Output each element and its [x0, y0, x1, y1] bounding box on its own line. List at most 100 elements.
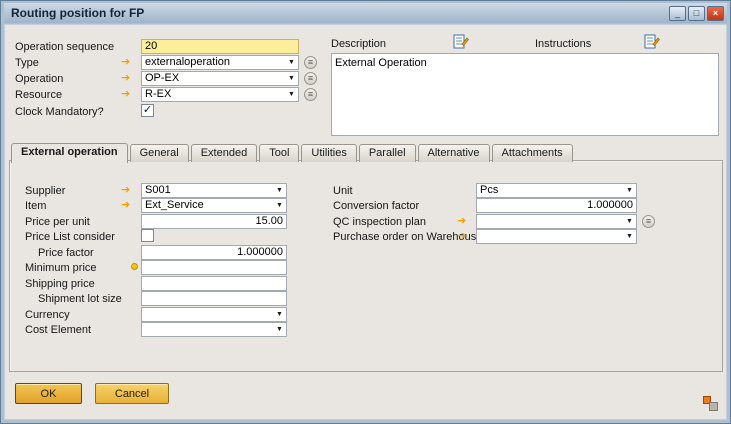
clock-mandatory-checkbox[interactable]: ✓: [141, 104, 154, 117]
purchase-order-warehouse-value: [477, 230, 636, 243]
qc-inspection-plan-value: [477, 215, 636, 228]
price-per-unit-value: 15.00: [142, 215, 286, 228]
cancel-button[interactable]: Cancel: [95, 383, 169, 404]
dropdown-arrow-icon[interactable]: ▼: [274, 184, 285, 197]
operation-sequence-label: Operation sequence: [15, 41, 114, 54]
tab-strip: External operation General Extended Tool…: [11, 142, 575, 162]
link-arrow-icon[interactable]: ➔: [121, 56, 135, 69]
conversion-factor-value: 1.000000: [477, 199, 636, 212]
shipment-lot-size-value: [142, 292, 286, 305]
link-arrow-icon[interactable]: ➔: [457, 230, 471, 243]
dropdown-arrow-icon[interactable]: ▼: [286, 88, 297, 101]
unit-value: Pcs: [477, 184, 636, 197]
conversion-factor-label: Conversion factor: [333, 200, 419, 213]
tab-alternative[interactable]: Alternative: [418, 144, 490, 162]
shipment-lot-size-field[interactable]: [141, 291, 287, 306]
price-per-unit-field[interactable]: 15.00: [141, 214, 287, 229]
cost-element-value: [142, 323, 286, 336]
type-value: externaloperation: [142, 56, 298, 69]
edit-instructions-icon[interactable]: [644, 34, 660, 49]
window-title: Routing position for FP: [7, 6, 144, 20]
price-per-unit-label: Price per unit: [25, 216, 90, 229]
supplier-value: S001: [142, 184, 286, 197]
resource-value: R-EX: [142, 88, 298, 101]
resource-label: Resource: [15, 89, 62, 102]
operation-dropdown[interactable]: OP-EX ▼: [141, 71, 299, 86]
link-arrow-icon[interactable]: ➔: [121, 88, 135, 101]
shipment-lot-size-label: Shipment lot size: [38, 293, 122, 306]
resize-grip[interactable]: [703, 396, 717, 410]
instructions-label: Instructions: [535, 38, 591, 51]
dropdown-arrow-icon[interactable]: ▼: [274, 323, 285, 336]
link-arrow-icon[interactable]: ➔: [121, 72, 135, 85]
currency-dropdown[interactable]: ▼: [141, 307, 287, 322]
price-factor-label: Price factor: [38, 247, 94, 260]
cost-element-dropdown[interactable]: ▼: [141, 322, 287, 337]
tab-utilities[interactable]: Utilities: [301, 144, 356, 162]
purchase-order-warehouse-dropdown[interactable]: ▼: [476, 229, 637, 244]
currency-value: [142, 308, 286, 321]
dropdown-arrow-icon[interactable]: ▼: [274, 199, 285, 212]
tab-tool[interactable]: Tool: [259, 144, 299, 162]
dropdown-arrow-icon[interactable]: ▼: [286, 56, 297, 69]
shipping-price-label: Shipping price: [25, 278, 95, 291]
title-bar[interactable]: Routing position for FP _ □ ×: [4, 3, 727, 23]
minimum-price-field[interactable]: [141, 260, 287, 275]
dropdown-arrow-icon[interactable]: ▼: [624, 230, 635, 243]
choose-from-list-icon[interactable]: ≡: [642, 215, 655, 228]
clock-mandatory-label: Clock Mandatory?: [15, 106, 104, 119]
operation-sequence-field[interactable]: 20: [141, 39, 299, 54]
item-value: Ext_Service: [142, 199, 286, 212]
unit-dropdown[interactable]: Pcs ▼: [476, 183, 637, 198]
type-dropdown[interactable]: externaloperation ▼: [141, 55, 299, 70]
operation-value: OP-EX: [142, 72, 298, 85]
cost-element-label: Cost Element: [25, 324, 91, 337]
tab-parallel[interactable]: Parallel: [359, 144, 416, 162]
choose-from-list-icon[interactable]: ≡: [304, 72, 317, 85]
currency-label: Currency: [25, 309, 70, 322]
price-factor-value: 1.000000: [142, 246, 286, 259]
ok-button[interactable]: OK: [15, 383, 82, 404]
minimize-button[interactable]: _: [669, 6, 686, 21]
tab-external-operation[interactable]: External operation: [11, 143, 128, 163]
close-button[interactable]: ×: [707, 6, 724, 21]
edit-indicator-icon: [131, 263, 138, 270]
window-controls: _ □ ×: [669, 6, 724, 21]
price-list-consider-checkbox[interactable]: [141, 229, 154, 242]
dropdown-arrow-icon[interactable]: ▼: [624, 215, 635, 228]
routing-position-window: Routing position for FP _ □ × Operation …: [0, 0, 731, 424]
type-label: Type: [15, 57, 39, 70]
description-textarea[interactable]: External Operation: [331, 53, 719, 136]
maximize-button[interactable]: □: [688, 6, 705, 21]
unit-label: Unit: [333, 185, 353, 198]
choose-from-list-icon[interactable]: ≡: [304, 88, 317, 101]
tab-extended[interactable]: Extended: [191, 144, 257, 162]
tab-general[interactable]: General: [130, 144, 189, 162]
minimum-price-value: [142, 261, 286, 274]
dropdown-arrow-icon[interactable]: ▼: [274, 308, 285, 321]
operation-sequence-value: 20: [142, 40, 298, 53]
description-label: Description: [331, 38, 386, 51]
link-arrow-icon[interactable]: ➔: [457, 215, 471, 228]
shipping-price-field[interactable]: [141, 276, 287, 291]
shipping-price-value: [142, 277, 286, 290]
operation-label: Operation: [15, 73, 63, 86]
minimum-price-label: Minimum price: [25, 262, 97, 275]
conversion-factor-field[interactable]: 1.000000: [476, 198, 637, 213]
supplier-dropdown[interactable]: S001 ▼: [141, 183, 287, 198]
dropdown-arrow-icon[interactable]: ▼: [286, 72, 297, 85]
dropdown-arrow-icon[interactable]: ▼: [624, 184, 635, 197]
choose-from-list-icon[interactable]: ≡: [304, 56, 317, 69]
supplier-label: Supplier: [25, 185, 65, 198]
check-icon: ✓: [142, 105, 153, 116]
price-factor-field[interactable]: 1.000000: [141, 245, 287, 260]
link-arrow-icon[interactable]: ➔: [121, 184, 135, 197]
qc-inspection-plan-label: QC inspection plan: [333, 216, 426, 229]
tab-attachments[interactable]: Attachments: [492, 144, 573, 162]
qc-inspection-plan-dropdown[interactable]: ▼: [476, 214, 637, 229]
item-dropdown[interactable]: Ext_Service ▼: [141, 198, 287, 213]
edit-description-icon[interactable]: [453, 34, 469, 49]
link-arrow-icon[interactable]: ➔: [121, 199, 135, 212]
resource-dropdown[interactable]: R-EX ▼: [141, 87, 299, 102]
price-list-consider-label: Price List consider: [25, 231, 115, 244]
